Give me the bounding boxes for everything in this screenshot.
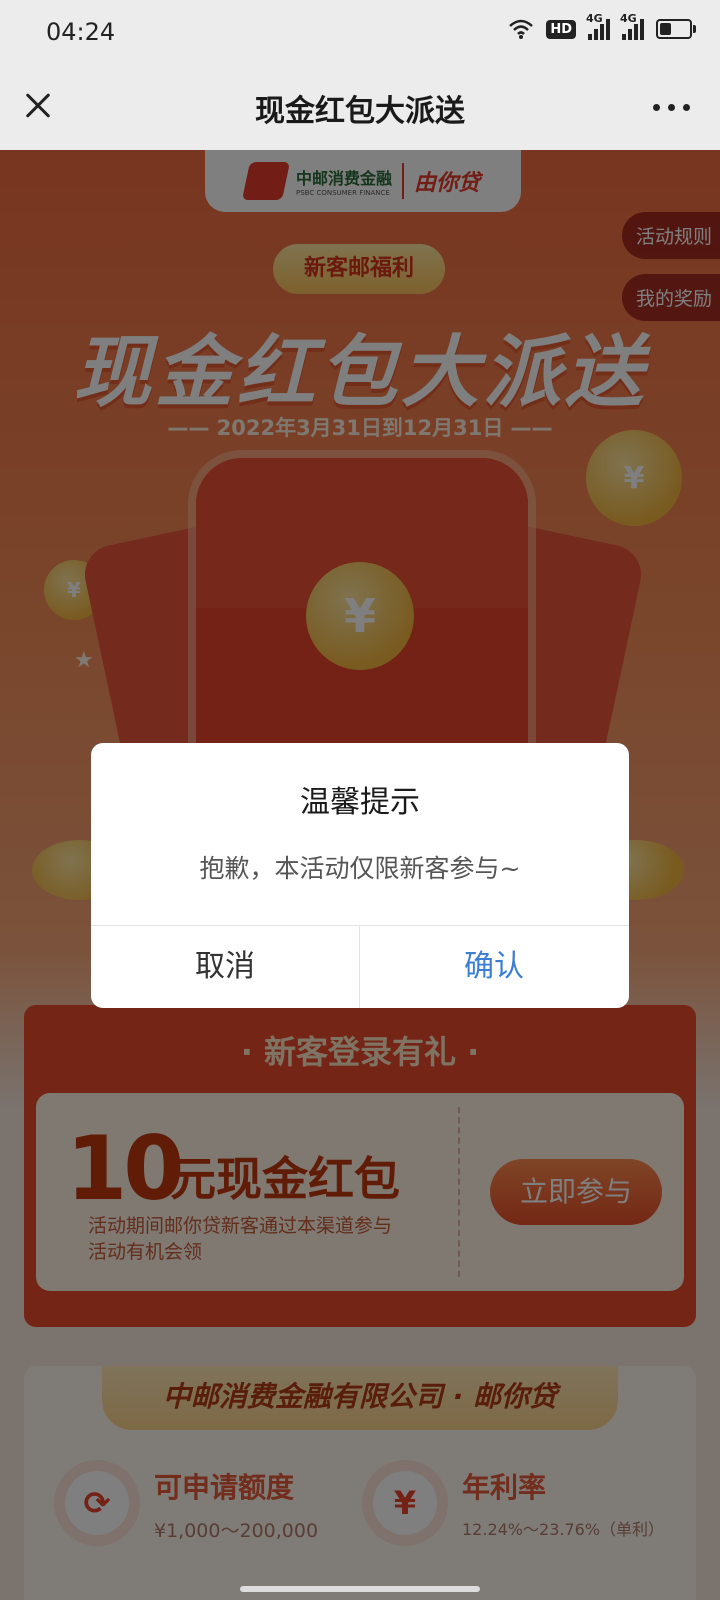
page-title: 现金红包大派送	[255, 94, 465, 129]
home-indicator[interactable]	[240, 1586, 480, 1592]
signal-icon-2: 4G	[620, 12, 644, 40]
battery-icon	[656, 19, 696, 39]
hd-badge: HD	[546, 19, 576, 39]
status-icons: HD 4G 4G	[508, 12, 696, 40]
signal-icon: 4G	[586, 12, 610, 40]
confirm-button[interactable]: 确认	[360, 926, 628, 1008]
battery-level	[660, 23, 671, 35]
status-time: 04:24	[46, 18, 116, 46]
status-bar: 04:24 HD 4G 4G	[0, 0, 720, 64]
alert-dialog: 温馨提示 抱歉，本活动仅限新客参与~ 取消 确认	[91, 743, 629, 1008]
wifi-icon	[509, 19, 534, 39]
more-icon[interactable]	[653, 104, 690, 111]
dialog-title: 温馨提示	[300, 785, 420, 820]
dialog-message: 抱歉，本活动仅限新客参与~	[199, 854, 521, 883]
nav-bar: 现金红包大派送	[0, 64, 720, 150]
cancel-button[interactable]: 取消	[91, 926, 359, 1008]
